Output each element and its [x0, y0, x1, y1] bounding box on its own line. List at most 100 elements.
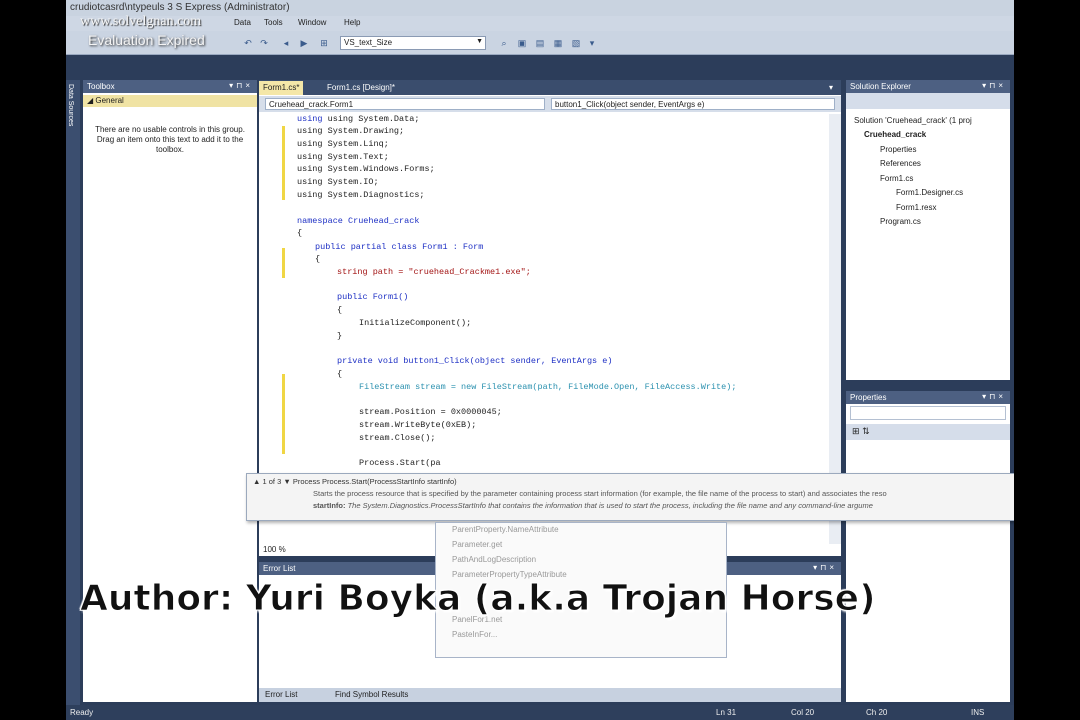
code-line: } — [337, 331, 343, 341]
code-line: Process.Start(pa — [359, 458, 441, 468]
status-char: Ch 20 — [866, 708, 888, 717]
solution-config-select[interactable]: VS_text_Size ▼ — [340, 36, 486, 50]
nav-back-icon[interactable]: ◂ — [280, 37, 292, 49]
code-line: using System.Drawing; — [297, 126, 405, 136]
properties-pane: Properties ▾⊓× ⊞ ⇅ — [846, 391, 1010, 702]
code-line: stream.Close(); — [359, 433, 436, 443]
menu-help[interactable]: Help — [344, 18, 360, 27]
properties-title: Properties — [850, 393, 887, 402]
status-line: Ln 31 — [716, 708, 737, 717]
status-col: Col 20 — [791, 708, 815, 717]
solution-explorer-icon[interactable]: ▣ — [516, 37, 528, 49]
tree-item-project[interactable]: Cruehead_crack — [864, 130, 926, 139]
changed-lines-marker — [282, 248, 285, 278]
code-line: private void button1_Click(object sender… — [337, 356, 613, 366]
code-line: { — [297, 228, 303, 238]
code-line: using System.IO; — [297, 177, 379, 187]
tree-item-references[interactable]: References — [880, 159, 921, 168]
toolbar-options-icon[interactable]: ▾ — [586, 37, 598, 49]
menu-bar: Data Tools Window Help — [66, 16, 1014, 31]
code-line: namespace Cruehead_crack — [297, 216, 420, 226]
data-sources-strip[interactable]: Data Sources — [66, 80, 80, 710]
toolbox-icon[interactable]: ▦ — [552, 37, 564, 49]
categorized-icon[interactable]: ⊞ — [852, 426, 860, 436]
code-line: { — [337, 305, 343, 315]
menu-data[interactable]: Data — [234, 18, 251, 27]
tab-error-list[interactable]: Error List — [265, 690, 297, 699]
config-value: VS_text_Size — [344, 38, 393, 47]
changed-lines-marker — [282, 374, 285, 454]
member-dropdown-value: button1_Click(object sender, EventArgs e… — [555, 100, 705, 109]
tree-item-program[interactable]: Program.cs — [880, 217, 921, 226]
list-item[interactable]: ParentProperty.NameAttribute — [436, 523, 726, 538]
solution-explorer-toolbar — [846, 93, 1010, 109]
navigation-bar: Cruehead_crack.Form1 button1_Click(objec… — [259, 96, 841, 112]
code-line: { — [337, 369, 343, 379]
find-in-files-icon[interactable]: ⌕ — [498, 37, 510, 49]
list-item[interactable]: PasteInFor... — [436, 628, 726, 643]
param-name: startInfo: — [313, 501, 346, 510]
bottom-tab-strip: Error List Find Symbol Results — [259, 688, 841, 702]
type-dropdown-value: Cruehead_crack.Form1 — [269, 100, 354, 109]
zoom-level[interactable]: 100 % — [263, 545, 286, 554]
menu-tools[interactable]: Tools — [264, 18, 283, 27]
error-list-title: Error List — [263, 564, 296, 573]
code-line: { — [315, 254, 321, 264]
redo-icon[interactable]: ↷ — [258, 37, 270, 49]
toolbox-empty-text: There are no usable controls in this gro… — [95, 125, 245, 154]
tree-item-solution[interactable]: Solution 'Cruehead_crack' (1 proj — [854, 116, 972, 125]
data-sources-label: Data Sources — [67, 84, 74, 127]
pane-buttons[interactable]: ▾⊓× — [982, 392, 1006, 401]
code-line: using System.Linq; — [297, 139, 389, 149]
alphabetical-icon[interactable]: ⇅ — [862, 426, 870, 436]
toolbox-group-general[interactable]: ◢ General — [83, 95, 257, 107]
code-line: public Form1() — [337, 292, 409, 302]
pane-buttons[interactable]: ▾⊓× — [813, 563, 837, 572]
object-selector[interactable] — [850, 406, 1006, 420]
member-dropdown[interactable]: button1_Click(object sender, EventArgs e… — [551, 98, 835, 110]
properties-header: Properties ▾⊓× — [846, 391, 1010, 404]
code-line: using System.Diagnostics; — [297, 190, 425, 200]
signature-text: Process Process.Start(ProcessStartInfo s… — [292, 477, 457, 486]
menu-window[interactable]: Window — [298, 18, 326, 27]
tree-item-properties[interactable]: Properties — [880, 145, 916, 154]
type-dropdown[interactable]: Cruehead_crack.Form1 — [265, 98, 545, 110]
code-line: using using System.Data; — [297, 114, 420, 124]
code-line: stream.WriteByte(0xEB); — [359, 420, 477, 430]
undo-icon[interactable]: ↶ — [242, 37, 254, 49]
tab-dropdown-icon[interactable]: ▾ — [825, 81, 837, 95]
tab-form1-design[interactable]: Form1.cs [Design]* — [323, 81, 399, 95]
tree-item-form1[interactable]: Form1.cs — [880, 174, 913, 183]
code-line: using System.Text; — [297, 152, 389, 162]
tree-item-form1-resx[interactable]: Form1.resx — [896, 203, 936, 212]
code-line: string path = "cruehead_Crackme1.exe"; — [337, 267, 531, 277]
changed-lines-marker — [282, 126, 285, 200]
pane-buttons[interactable]: ▾⊓× — [229, 81, 253, 90]
properties-icon[interactable]: ▤ — [534, 37, 546, 49]
properties-toolbar: ⊞ ⇅ — [846, 424, 1010, 440]
solution-explorer-header: Solution Explorer ▾⊓× — [846, 80, 1010, 93]
list-item[interactable]: PathAndLogDescription — [436, 553, 726, 568]
toolbox-header: Toolbox ▾⊓× — [83, 80, 257, 93]
solution-explorer-title: Solution Explorer — [850, 82, 911, 91]
find-icon[interactable]: ⊞ — [318, 37, 330, 49]
start-page-icon[interactable]: ▧ — [570, 37, 582, 49]
title-bar: crudiotcasrd\ntypeuls 3 S Express (Admin… — [66, 0, 1014, 16]
code-line: public partial class Form1 : Form — [315, 242, 484, 252]
summary-text: Starts the process resource that is spec… — [313, 489, 887, 498]
watermark-site: www.solvelgnan.com — [80, 14, 202, 29]
start-debug-icon[interactable]: ▶ — [298, 37, 310, 49]
tab-form1-cs[interactable]: Form1.cs* — [259, 81, 304, 95]
list-item[interactable]: Parameter.get — [436, 538, 726, 553]
param-description: The System.Diagnostics.ProcessStartInfo … — [347, 501, 873, 510]
code-line: InitializeComponent(); — [359, 318, 472, 328]
tab-find-symbol-results[interactable]: Find Symbol Results — [335, 690, 408, 699]
pane-buttons[interactable]: ▾⊓× — [982, 81, 1006, 90]
tree-item-form1-designer[interactable]: Form1.Designer.cs — [896, 188, 963, 197]
overload-counter[interactable]: ▲ 1 of 3 ▼ — [253, 477, 291, 486]
author-caption: Author: Yuri Boyka (a.k.a Trojan Horse) — [80, 578, 877, 620]
letterbox-left — [0, 0, 66, 720]
editor-tabs: Form1.cs* Form1.cs [Design]* ▾ — [259, 80, 841, 95]
watermark-status: Evaluation Expired — [88, 32, 205, 48]
chevron-down-icon: ▼ — [476, 38, 483, 45]
